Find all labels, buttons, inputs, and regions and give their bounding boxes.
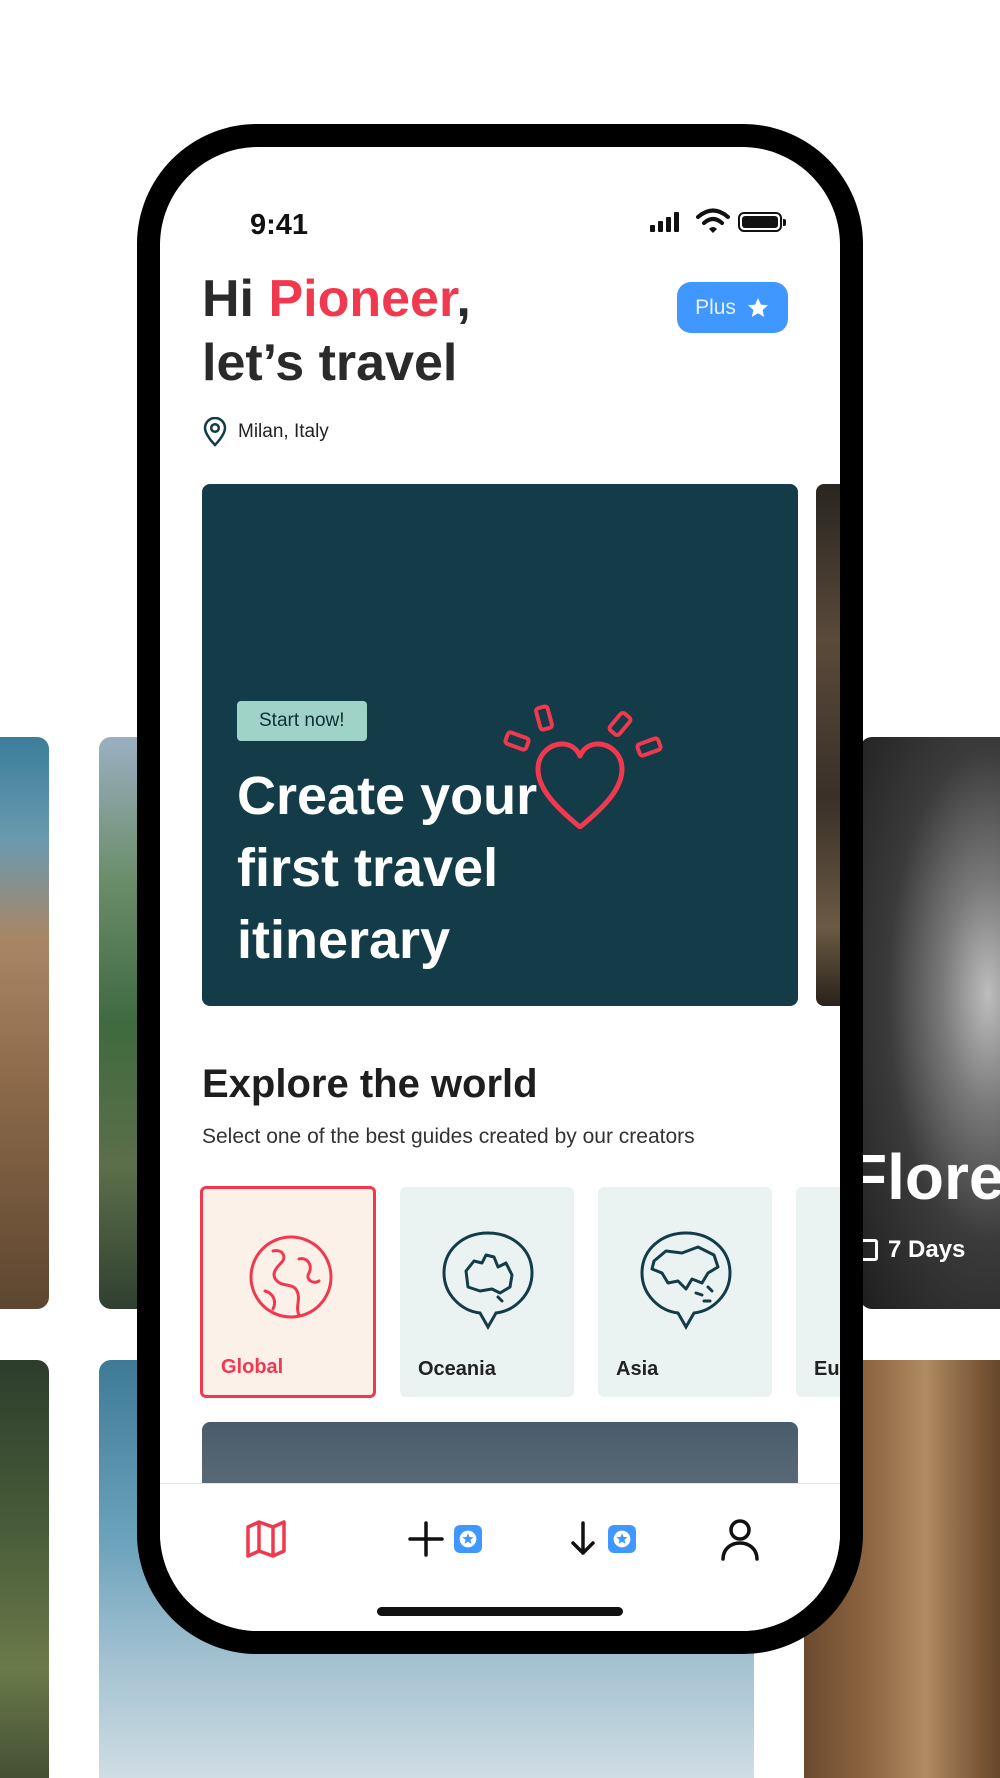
location-pin-icon (203, 417, 227, 447)
plus-icon (408, 1521, 444, 1557)
tab-create-itinerary[interactable] (406, 1514, 482, 1564)
hero-title: Create your first travel itinerary (237, 766, 538, 970)
greeting-suffix: , (456, 270, 471, 328)
region-card-oceania[interactable]: Oceania (400, 1187, 574, 1397)
explore-section-title: Explore the world (202, 1062, 538, 1106)
explore-section-subtitle: Select one of the best guides created by… (202, 1125, 695, 1148)
florence-days-label: 7 Days (888, 1236, 966, 1263)
globe-icon (249, 1235, 333, 1319)
greeting-prefix: Hi (202, 270, 269, 328)
app-screen: 9:41 Hi Pioneer, let’s travel Plus Milan… (160, 147, 840, 1631)
florence-card-duration: 7 Days (860, 1236, 965, 1264)
asia-map-icon (640, 1231, 732, 1331)
region-card-global[interactable]: Global (200, 1186, 376, 1398)
location-label: Milan, Italy (238, 421, 329, 442)
cellular-signal-icon (650, 212, 679, 232)
region-label: Global (221, 1356, 284, 1378)
region-label: Eu (814, 1358, 840, 1380)
create-itinerary-card[interactable]: Start now! Create your first travel itin… (202, 484, 798, 1006)
battery-icon (738, 212, 786, 232)
tab-profile[interactable] (719, 1514, 761, 1564)
star-badge-icon (454, 1525, 482, 1553)
region-label: Asia (616, 1358, 659, 1380)
background-photo-card (0, 1360, 49, 1778)
region-label: Oceania (418, 1358, 496, 1380)
home-indicator (377, 1607, 623, 1616)
current-location[interactable]: Milan, Italy (202, 417, 329, 447)
download-icon (571, 1521, 595, 1555)
start-now-badge[interactable]: Start now! (237, 701, 367, 741)
greeting-heading: Hi Pioneer, let’s travel (202, 267, 471, 395)
tab-downloads[interactable] (566, 1514, 636, 1564)
wifi-icon (696, 208, 730, 233)
map-icon (246, 1520, 286, 1558)
background-photo-card (0, 737, 49, 1309)
region-card-europe[interactable]: Eu (796, 1187, 840, 1397)
plus-label: Plus (695, 295, 736, 319)
greeting-line2: let’s travel (202, 334, 458, 392)
phone-frame: 9:41 Hi Pioneer, let’s travel Plus Milan… (137, 124, 863, 1654)
profile-icon (721, 1519, 759, 1561)
greeting-username: Pioneer (268, 270, 457, 328)
region-selector: Global Oceania Asia Eu (200, 1186, 840, 1398)
star-badge-icon (608, 1525, 636, 1553)
plus-subscription-button[interactable]: Plus (677, 282, 788, 333)
star-icon (747, 297, 768, 317)
oceania-map-icon (442, 1231, 534, 1331)
florence-card-title: Floren (848, 1141, 1000, 1213)
tab-map[interactable] (244, 1514, 288, 1564)
background-photo-card-florence (860, 737, 1000, 1309)
next-card-peek[interactable] (816, 484, 840, 1006)
region-card-asia[interactable]: Asia (598, 1187, 772, 1397)
status-time: 9:41 (250, 209, 309, 241)
